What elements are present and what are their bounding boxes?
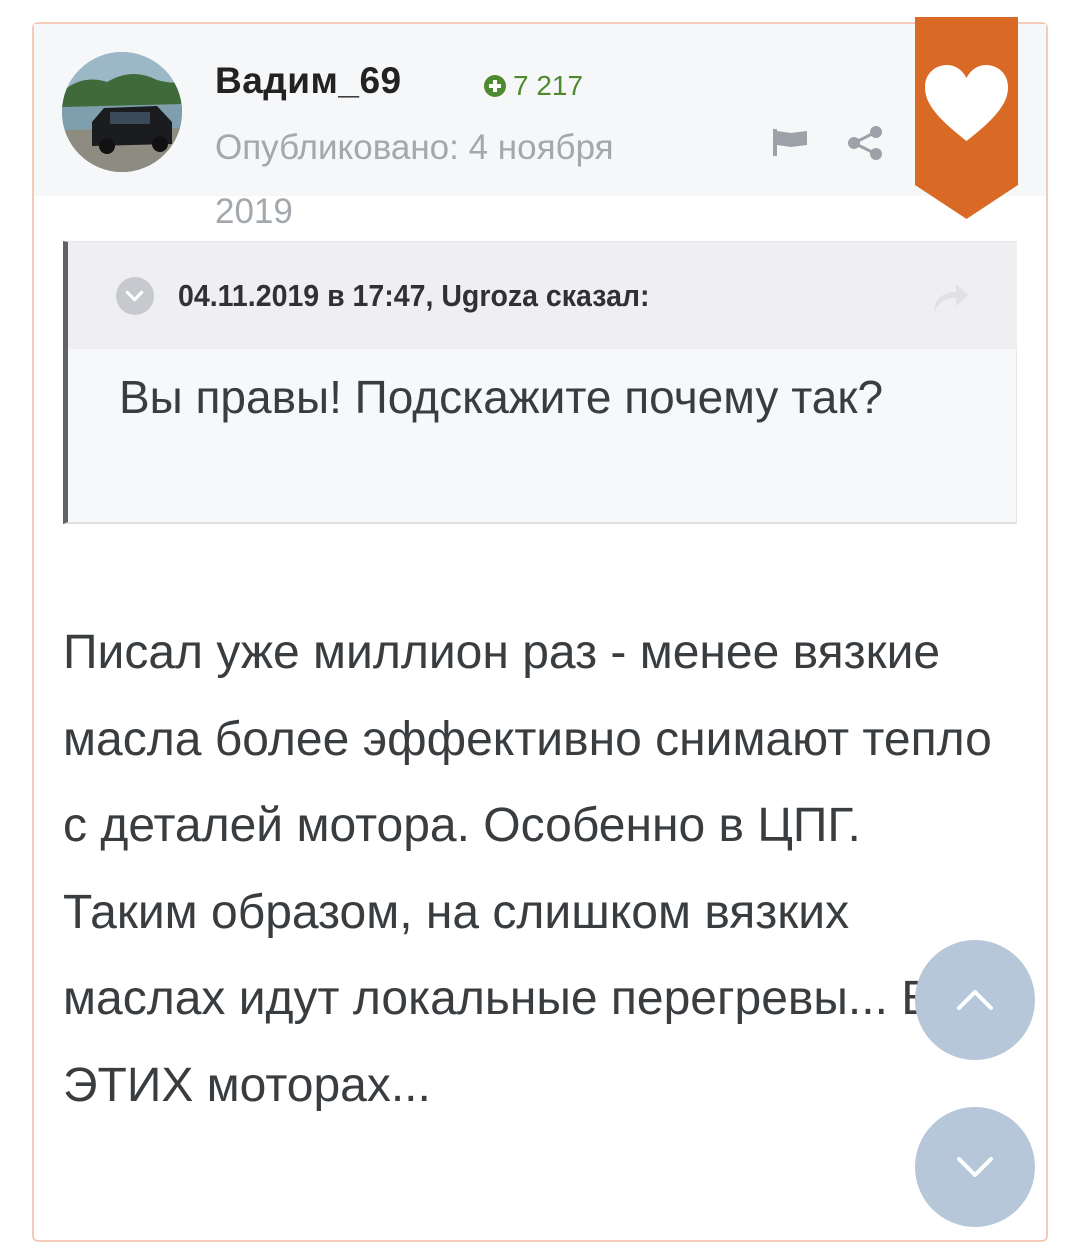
author-name[interactable]: Вадим_69 xyxy=(215,60,402,102)
quote-block: 04.11.2019 в 17:47, Ugroza сказал: Вы пр… xyxy=(63,241,1017,524)
flag-icon[interactable] xyxy=(771,127,809,157)
quote-header: 04.11.2019 в 17:47, Ugroza сказал: xyxy=(68,242,1017,349)
share-icon[interactable] xyxy=(846,124,884,162)
reply-arrow-icon[interactable] xyxy=(930,280,970,314)
reputation-count: 7 217 xyxy=(513,70,584,101)
chevron-up-icon xyxy=(957,990,993,1010)
scroll-up-button[interactable] xyxy=(915,940,1035,1060)
quote-citation[interactable]: 04.11.2019 в 17:47, Ugroza сказал: xyxy=(178,278,650,314)
chevron-down-icon xyxy=(957,1157,993,1177)
plus-circle-icon xyxy=(484,75,506,97)
quote-text: Вы правы! Подскажите почему так? xyxy=(119,371,884,423)
chevron-down-icon[interactable] xyxy=(116,277,154,315)
like-button[interactable] xyxy=(915,17,1018,219)
published-date: Опубликовано: 4 ноября 2019 xyxy=(215,128,614,231)
scroll-down-button[interactable] xyxy=(915,1107,1035,1227)
post-body-text: Писал уже миллион раз - менее вязкие мас… xyxy=(63,626,992,1112)
avatar[interactable] xyxy=(62,52,182,172)
reputation-badge: 7 217 xyxy=(484,70,583,102)
